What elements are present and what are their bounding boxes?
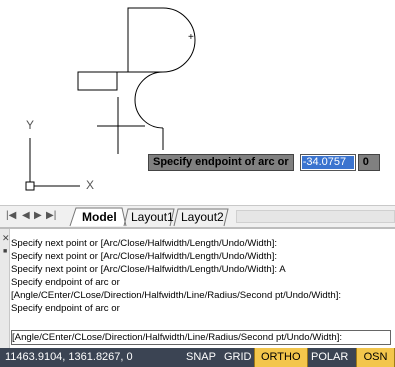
tab-model[interactable]: Model	[82, 210, 117, 224]
dynamic-input-value[interactable]: -34.0757	[301, 156, 354, 169]
grid-toggle[interactable]: GRID	[218, 348, 258, 367]
dynamic-input-field[interactable]: -34.0757	[299, 154, 356, 171]
drawing-canvas[interactable]: +	[0, 0, 395, 205]
ucs-icon	[25, 138, 80, 191]
command-window-grip[interactable]: ✕ ■	[0, 229, 10, 348]
coordinate-readout[interactable]: 11463.9104, 1361.8267, 0	[5, 351, 133, 363]
osnap-toggle[interactable]: OSN	[356, 348, 395, 367]
horizontal-scrollbar[interactable]	[236, 210, 395, 223]
polar-toggle[interactable]: POLAR	[305, 348, 354, 367]
dynamic-input-tooltip: Specify endpoint of arc or -34.0757 0	[148, 153, 380, 172]
dynamic-input-prompt: Specify endpoint of arc or	[148, 154, 294, 171]
history-line: Specify next point or [Arc/Close/Halfwid…	[11, 238, 278, 249]
polyline[interactable]	[77, 7, 196, 150]
pin-icon[interactable]: ■	[3, 248, 7, 255]
dynamic-input-second-field[interactable]: 0	[357, 154, 380, 171]
history-line: Specify endpoint of arc or	[11, 277, 120, 288]
command-window: ✕ ■ Specify next point or [Arc/Close/Hal…	[0, 227, 395, 348]
snap-toggle[interactable]: SNAP	[180, 348, 222, 367]
ucs-y-label: Y	[26, 118, 35, 132]
history-line: Specify endpoint of arc or	[11, 303, 120, 314]
history-line: Specify next point or [Arc/Close/Halfwid…	[11, 264, 286, 275]
command-input-text[interactable]: [Angle/CEnter/CLose/Direction/Halfwidth/…	[12, 331, 390, 344]
drawing-area[interactable]: + Y X Specify endpoint of arc or -34.075…	[0, 0, 395, 205]
ucs-x-label: X	[86, 178, 95, 192]
command-input[interactable]: [Angle/CEnter/CLose/Direction/Halfwidth/…	[11, 330, 391, 345]
tab-layout1[interactable]: Layout1	[131, 210, 174, 224]
ortho-toggle[interactable]: ORTHO	[254, 348, 308, 367]
tab-layout2[interactable]: Layout2	[181, 210, 224, 224]
history-line: [Angle/CEnter/CLose/Direction/Halfwidth/…	[11, 290, 342, 301]
crosshair-cursor	[97, 97, 145, 154]
command-history: Specify next point or [Arc/Close/Halfwid…	[11, 237, 395, 315]
center-mark: +	[188, 32, 194, 43]
history-line: Specify next point or [Arc/Close/Halfwid…	[11, 251, 278, 262]
close-icon[interactable]: ✕	[2, 233, 10, 244]
status-bar: 11463.9104, 1361.8267, 0 SNAP GRID ORTHO…	[0, 348, 395, 367]
layout-tabs-bar: |◀ ◀ ▶ ▶| Model Layout1 Layout2	[0, 205, 395, 227]
